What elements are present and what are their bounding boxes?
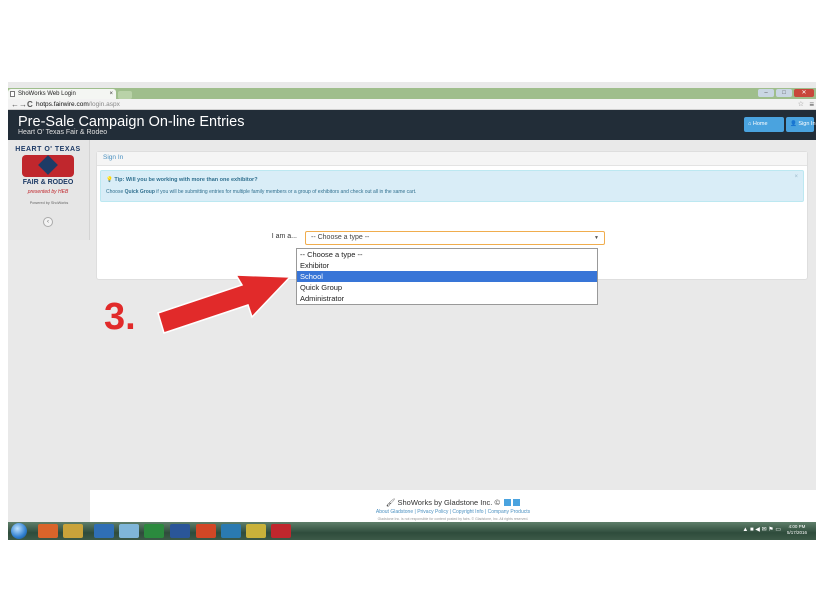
trophy-taskbar-icon[interactable] xyxy=(246,524,266,538)
page-subtitle: Heart O' Texas Fair & Rodeo xyxy=(18,129,108,136)
tip-alert: 💡 Tip: Will you be working with more tha… xyxy=(100,170,804,202)
browser-tab[interactable]: ShoWorks Web Login × xyxy=(8,89,116,99)
window-minimize-button[interactable]: – xyxy=(758,89,774,97)
browser-menu-icon[interactable]: ≡ xyxy=(809,99,814,110)
browser-tab-strip: ShoWorks Web Login × – □ ✕ xyxy=(8,88,816,99)
browser-tab-title: ShoWorks Web Login xyxy=(18,91,76,97)
dropdown-option[interactable]: Administrator xyxy=(297,293,597,304)
forward-arrow-icon[interactable]: → xyxy=(19,99,27,110)
dropdown-option[interactable]: School xyxy=(297,271,597,282)
page-title: Pre-Sale Campaign On-line Entries xyxy=(18,114,245,130)
clock-date: 5/17/2016 xyxy=(786,530,808,535)
powerpoint-taskbar-icon[interactable] xyxy=(196,524,216,538)
taskbar-clock[interactable]: 4:00 PM 5/17/2016 xyxy=(782,524,812,536)
logo-line-1: HEART O' TEXAS xyxy=(15,146,81,153)
browser-address-bar: ← → C hotps.fairwire.com/login.aspx ☆ ≡ xyxy=(8,99,816,110)
footer-links[interactable]: About Gladstone | Privacy Policy | Copyr… xyxy=(90,509,816,515)
url-path: /login.aspx xyxy=(88,101,120,108)
dropdown-option[interactable]: Quick Group xyxy=(297,282,597,293)
outlook-taskbar-icon[interactable] xyxy=(94,524,114,538)
footer-brand: 🖌 ShoWorks by Gladstone Inc. © xyxy=(90,498,816,507)
bookmark-star-icon[interactable]: ☆ xyxy=(798,99,804,110)
dropdown-option[interactable]: Exhibitor xyxy=(297,260,597,271)
chevron-down-icon: ▼ xyxy=(594,235,599,241)
url-field[interactable]: hotps.fairwire.com/login.aspx xyxy=(36,100,120,109)
user-type-select[interactable]: -- Choose a type -- ▼ xyxy=(305,231,605,245)
logo-line-3: presented by HEB xyxy=(27,189,69,195)
facebook-icon[interactable] xyxy=(513,499,521,506)
file-explorer-taskbar-icon[interactable] xyxy=(63,524,83,538)
annotation-step-label: 3. xyxy=(104,296,136,338)
system-tray[interactable]: ▲ ■ ◀ ✉ ⚑ ▭ xyxy=(742,526,781,533)
tip-title: 💡 Tip: Will you be working with more tha… xyxy=(106,177,258,183)
url-host: hotps.fairwire.com xyxy=(36,101,89,108)
close-icon[interactable]: × xyxy=(794,174,798,180)
user-type-label: I am a... xyxy=(271,233,297,240)
twitter-icon[interactable] xyxy=(504,499,512,506)
window-maximize-button[interactable]: □ xyxy=(776,89,792,97)
collapse-sidebar-button[interactable]: ‹ xyxy=(43,217,53,227)
chrome-taskbar-icon[interactable] xyxy=(38,524,58,538)
sign-in-button[interactable]: 👤 Sign In xyxy=(786,117,816,132)
new-tab-button[interactable] xyxy=(118,91,132,99)
dropdown-option[interactable]: -- Choose a type -- xyxy=(297,249,597,260)
screenshot-canvas: ShoWorks Web Login × – □ ✕ ← → C hotps.f… xyxy=(0,0,816,615)
tip-text: Choose Quick Group if you will be submit… xyxy=(106,189,417,195)
fair-logo[interactable]: HEART O' TEXAS FAIR & RODEO presented by… xyxy=(10,146,86,200)
heart-icon xyxy=(38,155,58,175)
window-close-button[interactable]: ✕ xyxy=(794,89,814,97)
acrobat-taskbar-icon[interactable] xyxy=(271,524,291,538)
excel-taskbar-icon[interactable] xyxy=(144,524,164,538)
user-type-select-value: -- Choose a type -- xyxy=(311,234,370,241)
messenger-taskbar-icon[interactable] xyxy=(119,524,139,538)
user-type-dropdown-list: -- Choose a type -- Exhibitor School Quick … xyxy=(296,248,598,305)
logo-line-2: FAIR & RODEO xyxy=(22,179,74,186)
back-arrow-icon[interactable]: ← xyxy=(11,99,19,110)
footer-disclaimer: Gladstone Inc. is not responsible for co… xyxy=(377,517,529,521)
quick-group-emphasis: Quick Group xyxy=(124,189,155,195)
tab-close-icon[interactable]: × xyxy=(109,89,113,99)
word-taskbar-icon[interactable] xyxy=(170,524,190,538)
logo-hot-badge xyxy=(22,155,74,177)
annotation-arrow xyxy=(157,274,292,334)
panel-heading: Sign In xyxy=(97,152,807,166)
panel-heading-label: Sign In xyxy=(103,154,124,161)
arrow-shape xyxy=(157,274,292,334)
windows-taskbar: ▲ ■ ◀ ✉ ⚑ ▭ 4:00 PM 5/17/2016 xyxy=(8,522,816,540)
powered-by-text: Powered by ShoWorks xyxy=(29,201,69,205)
sidebar: HEART O' TEXAS FAIR & RODEO presented by… xyxy=(8,140,90,240)
site-header: Pre-Sale Campaign On-line Entries Heart … xyxy=(8,110,816,140)
home-button[interactable]: ⌂ Home xyxy=(744,117,784,132)
page-icon xyxy=(10,91,15,97)
start-button-icon[interactable] xyxy=(11,523,27,539)
reload-icon[interactable]: C xyxy=(27,99,33,110)
publisher-taskbar-icon[interactable] xyxy=(221,524,241,538)
